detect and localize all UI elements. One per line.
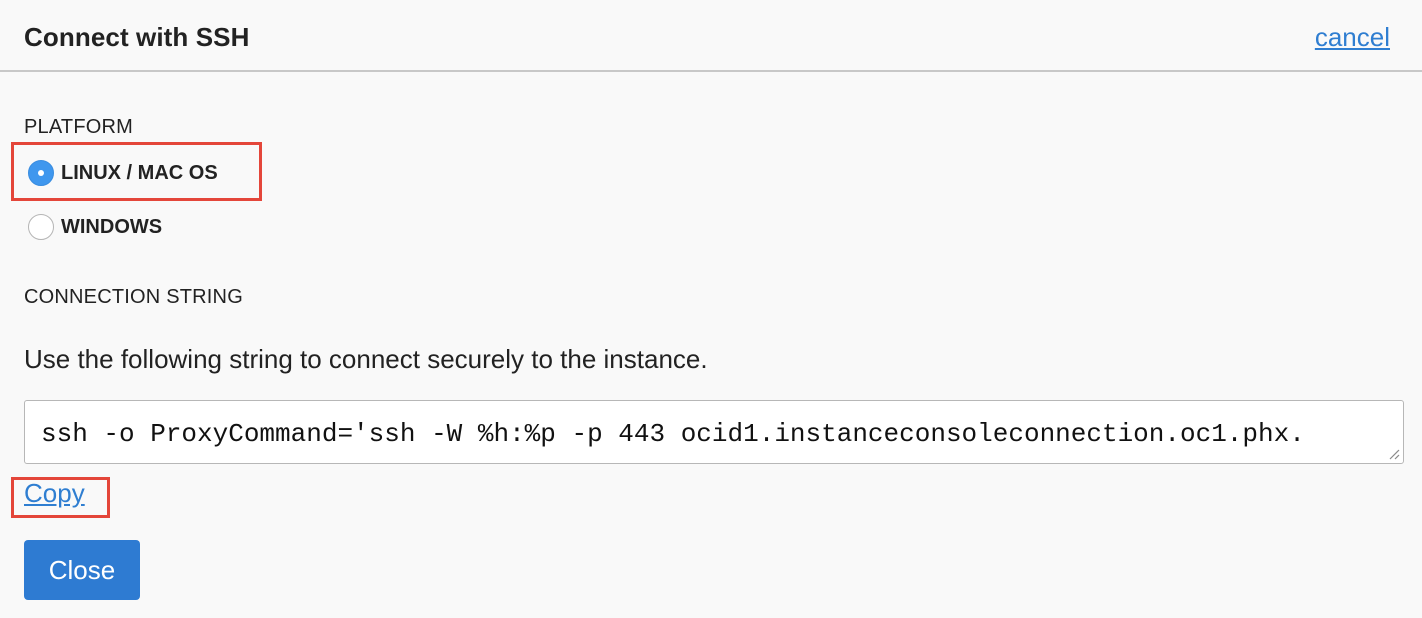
platform-label: PLATFORM: [24, 116, 134, 138]
radio-windows-label: WINDOWS: [61, 215, 163, 238]
radio-windows[interactable]: WINDOWS: [28, 212, 162, 242]
radio-unselected-icon[interactable]: [28, 214, 54, 240]
connection-string-value[interactable]: ssh -o ProxyCommand='ssh -W %h:%p -p 443…: [41, 419, 1305, 449]
radio-linux-mac[interactable]: LINUX / MAC OS: [28, 158, 218, 188]
dialog-header: Connect with SSH cancel: [0, 0, 1422, 72]
ssh-dialog: Connect with SSH cancel PLATFORM LINUX /…: [0, 0, 1422, 618]
resize-handle-icon[interactable]: [1388, 448, 1400, 460]
dialog-title: Connect with SSH: [24, 22, 250, 52]
radio-selected-icon[interactable]: [28, 160, 54, 186]
cancel-link[interactable]: cancel: [1315, 22, 1390, 53]
connection-string-textarea[interactable]: ssh -o ProxyCommand='ssh -W %h:%p -p 443…: [24, 400, 1404, 464]
radio-linux-mac-label: LINUX / MAC OS: [61, 161, 218, 184]
close-button[interactable]: Close: [24, 540, 140, 600]
connection-help-text: Use the following string to connect secu…: [24, 344, 708, 374]
copy-link[interactable]: Copy: [24, 478, 85, 509]
connection-string-label: CONNECTION STRING: [24, 286, 243, 308]
